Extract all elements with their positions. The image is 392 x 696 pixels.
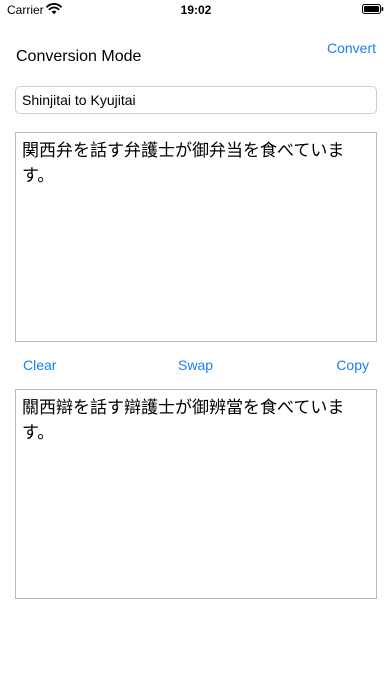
output-text-area[interactable]: 關西辯を話す辯護士が御辨當を食べています。 <box>15 389 377 599</box>
conversion-mode-field[interactable]: Shinjitai to Kyujitai <box>15 86 377 114</box>
status-bar: Carrier 19:02 <box>0 0 392 22</box>
input-text-area[interactable]: 関西弁を話す弁護士が御弁当を食べています。 <box>15 132 377 342</box>
conversion-mode-label: Conversion Mode <box>16 48 142 65</box>
status-time: 19:02 <box>180 3 212 17</box>
swap-button[interactable]: Swap <box>178 357 213 373</box>
convert-button[interactable]: Convert <box>327 40 376 56</box>
copy-button[interactable]: Copy <box>336 357 369 373</box>
battery-icon <box>362 4 384 14</box>
clear-button[interactable]: Clear <box>23 357 56 373</box>
